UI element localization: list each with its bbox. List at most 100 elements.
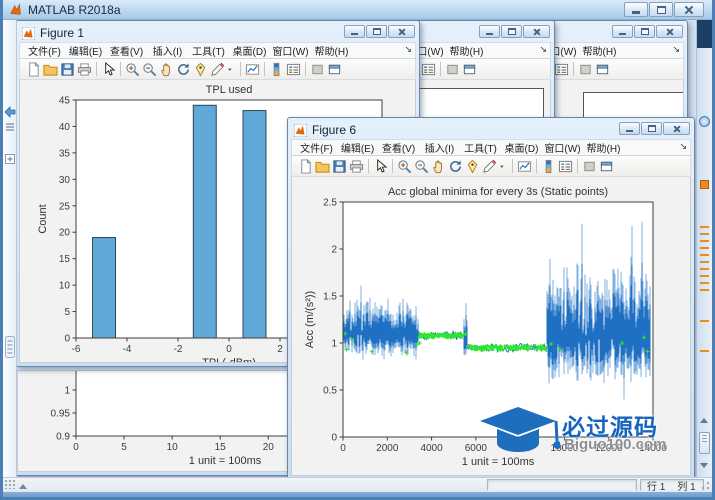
resize-grip[interactable] xyxy=(701,481,710,490)
link-plot-icon[interactable] xyxy=(245,62,260,77)
back-arrow-icon[interactable] xyxy=(4,106,16,118)
minimize-button[interactable] xyxy=(479,25,500,38)
close-button[interactable] xyxy=(388,25,415,38)
data-cursor-icon[interactable] xyxy=(465,159,480,174)
zoom-out-icon[interactable] xyxy=(142,62,157,77)
panel-grip[interactable] xyxy=(5,480,27,489)
collapsed-tab-icon[interactable] xyxy=(5,336,15,358)
save-icon[interactable] xyxy=(60,62,75,77)
expand-plus-icon[interactable] xyxy=(5,154,15,164)
warning-tick[interactable] xyxy=(700,282,709,284)
brush-icon[interactable] xyxy=(482,159,497,174)
menu-item[interactable]: 帮助(H) xyxy=(311,43,352,58)
warning-tick[interactable] xyxy=(700,247,709,249)
warning-tick[interactable] xyxy=(700,268,709,270)
close-button[interactable] xyxy=(674,2,704,17)
menu-item[interactable]: 桌面(D) xyxy=(501,140,542,155)
maximize-button[interactable] xyxy=(649,2,673,17)
rotate-3d-icon[interactable] xyxy=(448,159,463,174)
pan-icon[interactable] xyxy=(159,62,174,77)
warning-tick[interactable] xyxy=(700,289,709,291)
scroll-origin-button[interactable] xyxy=(699,116,710,127)
maximize-button[interactable] xyxy=(634,25,655,38)
data-cursor-icon[interactable] xyxy=(193,62,208,77)
menu-item[interactable]: 工具(T) xyxy=(460,140,501,155)
dock-arrow-icon[interactable]: ↘ xyxy=(404,44,412,55)
menu-item[interactable]: 插入(I) xyxy=(419,140,460,155)
warning-tick[interactable] xyxy=(700,226,709,228)
menu-item[interactable]: 帮助(H) xyxy=(579,43,620,58)
menu-item[interactable]: 桌面(D) xyxy=(229,43,270,58)
close-button[interactable] xyxy=(523,25,550,38)
open-folder-icon[interactable] xyxy=(43,62,58,77)
menu-item[interactable]: 查看(V) xyxy=(378,140,419,155)
dock-arrow-icon[interactable]: ↘ xyxy=(539,44,547,55)
menu-item[interactable]: 帮助(H) xyxy=(446,43,487,58)
cursor-icon[interactable] xyxy=(101,62,116,77)
colorbar-icon[interactable] xyxy=(541,159,556,174)
dock-minimize-icon[interactable] xyxy=(578,62,593,77)
warning-tick[interactable] xyxy=(700,320,709,322)
rotate-3d-icon[interactable] xyxy=(176,62,191,77)
new-file-icon[interactable] xyxy=(298,159,313,174)
menu-item[interactable]: 帮助(H) xyxy=(583,140,624,155)
window-titlebar[interactable]: Figure 6 xyxy=(291,121,691,139)
scrollbar-thumb[interactable] xyxy=(699,432,710,454)
warning-tick[interactable] xyxy=(700,233,709,235)
minimize-button[interactable] xyxy=(344,25,365,38)
warning-tick[interactable] xyxy=(700,261,709,263)
main-titlebar[interactable]: MATLAB R2018a xyxy=(3,0,712,20)
zoom-out-icon[interactable] xyxy=(414,159,429,174)
window-titlebar[interactable]: Figure 1 xyxy=(19,24,416,42)
save-icon[interactable] xyxy=(332,159,347,174)
maximize-button[interactable] xyxy=(501,25,522,38)
dock-arrow-icon[interactable]: ↘ xyxy=(679,141,687,152)
caret-down-icon[interactable] xyxy=(499,159,508,174)
maximize-button[interactable] xyxy=(366,25,387,38)
dock-restore-icon[interactable] xyxy=(599,159,614,174)
dock-minimize-icon[interactable] xyxy=(310,62,325,77)
print-icon[interactable] xyxy=(77,62,92,77)
menu-item[interactable]: 编辑(E) xyxy=(337,140,378,155)
warning-tick[interactable] xyxy=(700,240,709,242)
dock-restore-icon[interactable] xyxy=(595,62,610,77)
close-button[interactable] xyxy=(656,25,683,38)
print-icon[interactable] xyxy=(349,159,364,174)
scroll-up-icon[interactable] xyxy=(700,418,708,423)
menu-item[interactable]: 编辑(E) xyxy=(65,43,106,58)
legend-icon[interactable] xyxy=(286,62,301,77)
zoom-in-icon[interactable] xyxy=(397,159,412,174)
document-list-icon[interactable] xyxy=(5,122,15,132)
menu-item[interactable]: 窗口(W) xyxy=(270,43,311,58)
menu-item[interactable]: 工具(T) xyxy=(188,43,229,58)
warning-tick[interactable] xyxy=(700,350,709,352)
zoom-in-icon[interactable] xyxy=(125,62,140,77)
menu-item[interactable]: 插入(I) xyxy=(147,43,188,58)
colorbar-icon[interactable] xyxy=(269,62,284,77)
new-file-icon[interactable] xyxy=(26,62,41,77)
legend-icon[interactable] xyxy=(421,62,436,77)
menu-item[interactable]: 文件(F) xyxy=(296,140,337,155)
open-folder-icon[interactable] xyxy=(315,159,330,174)
close-button[interactable] xyxy=(663,122,690,135)
legend-icon[interactable] xyxy=(558,159,573,174)
dock-minimize-icon[interactable] xyxy=(445,62,460,77)
menu-item[interactable]: 查看(V) xyxy=(106,43,147,58)
scroll-down-icon[interactable] xyxy=(700,463,708,468)
warning-tick[interactable] xyxy=(700,275,709,277)
minimize-button[interactable] xyxy=(612,25,633,38)
brush-icon[interactable] xyxy=(210,62,225,77)
menu-item[interactable]: 文件(F) xyxy=(24,43,65,58)
warning-block-marker[interactable] xyxy=(700,180,709,189)
dock-arrow-icon[interactable]: ↘ xyxy=(672,44,680,55)
minimize-button[interactable] xyxy=(624,2,648,17)
legend-icon[interactable] xyxy=(554,62,569,77)
dock-restore-icon[interactable] xyxy=(462,62,477,77)
dock-restore-icon[interactable] xyxy=(327,62,342,77)
warning-tick[interactable] xyxy=(700,254,709,256)
link-plot-icon[interactable] xyxy=(517,159,532,174)
caret-down-icon[interactable] xyxy=(227,62,236,77)
menu-item[interactable]: 窗口(W) xyxy=(542,140,583,155)
editor-scrollbar-strip[interactable] xyxy=(696,20,712,477)
pan-icon[interactable] xyxy=(431,159,446,174)
